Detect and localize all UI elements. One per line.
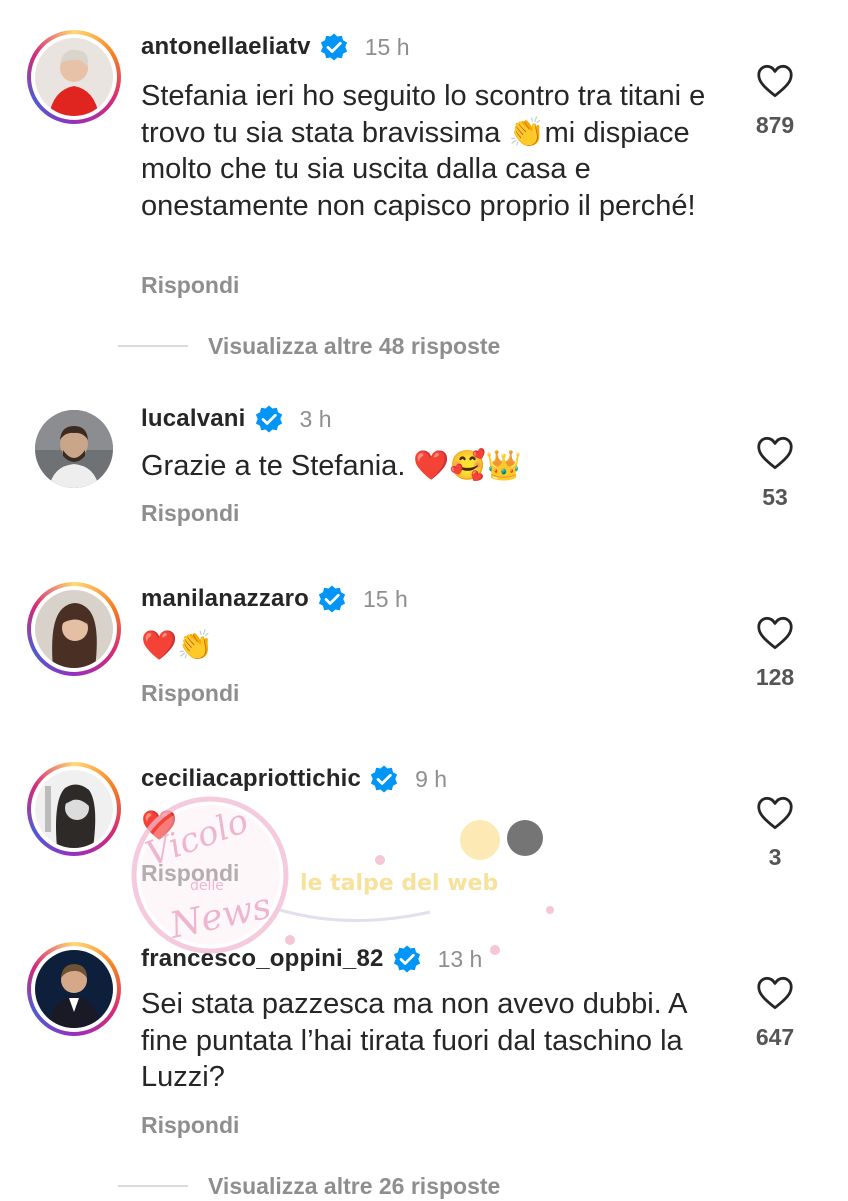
heart-outline-icon: [757, 436, 793, 470]
avatar: [35, 770, 113, 848]
view-more-replies-label[interactable]: Visualizza altre 48 risposte: [208, 333, 500, 360]
comment-username[interactable]: lucalvani: [141, 405, 246, 433]
comment-username[interactable]: manilanazzaro: [141, 585, 309, 613]
avatar-story-ring[interactable]: [27, 30, 121, 124]
like-count: 647: [755, 1024, 795, 1050]
verified-badge-icon: [255, 405, 282, 433]
reply-button[interactable]: Rispondi: [141, 860, 239, 887]
like-count: 879: [755, 112, 795, 138]
verified-badge-icon: [318, 585, 346, 613]
like-button[interactable]: 53: [742, 436, 808, 511]
comment-username[interactable]: antonellaeliatv: [141, 33, 311, 61]
verified-badge-icon: [393, 945, 420, 973]
heart-outline-icon: [757, 976, 793, 1010]
watermark-banner: le talpe del web: [300, 871, 498, 896]
comment-timestamp: 15 h: [363, 585, 408, 612]
like-button[interactable]: 3: [742, 796, 808, 871]
view-more-replies-label[interactable]: Visualizza altre 26 risposte: [208, 1173, 500, 1200]
avatar: [35, 950, 113, 1028]
heart-outline-icon: [757, 616, 793, 650]
divider: [118, 345, 188, 347]
comment-timestamp: 9 h: [415, 765, 448, 792]
reply-button[interactable]: Rispondi: [141, 500, 239, 527]
reply-button[interactable]: Rispondi: [141, 680, 239, 707]
comment-text: ❤️👏: [141, 630, 214, 662]
reply-button[interactable]: Rispondi: [141, 1112, 239, 1139]
avatar-story-ring[interactable]: [27, 942, 121, 1036]
reply-button[interactable]: Rispondi: [141, 272, 239, 299]
view-more-replies-button[interactable]: Visualizza altre 26 risposte: [118, 1171, 500, 1201]
comment-text: ❤️: [141, 810, 178, 842]
like-button[interactable]: 879: [742, 64, 808, 139]
watermark-text-line3: News: [165, 886, 274, 948]
comment-username[interactable]: francesco_oppini_82: [141, 945, 384, 973]
heart-outline-icon: [757, 796, 793, 830]
comment-timestamp: 13 h: [437, 945, 483, 972]
divider: [118, 1185, 188, 1187]
verified-badge-icon: [320, 33, 347, 61]
like-button[interactable]: 647: [742, 976, 808, 1051]
comment-timestamp: 3 h: [299, 405, 332, 432]
avatar-story-ring[interactable]: [27, 762, 121, 856]
heart-outline-icon: [757, 64, 793, 98]
verified-badge-icon: [370, 765, 398, 793]
avatar: [35, 38, 113, 116]
comment-text: Grazie a te Stefania. ❤️🥰👑: [141, 450, 522, 482]
like-count: 53: [762, 484, 788, 510]
comment-timestamp: 15 h: [364, 33, 410, 60]
comment-text: Stefania ieri ho seguito lo scontro tra …: [141, 80, 706, 222]
comment-text: Sei stata pazzesca ma non avevo dubbi. A…: [141, 988, 686, 1093]
like-count: 3: [768, 844, 782, 870]
like-button[interactable]: 128: [742, 616, 808, 691]
avatar-ring[interactable]: [27, 402, 121, 496]
comment-username[interactable]: ceciliacapriottichic: [141, 765, 361, 793]
like-count: 128: [755, 664, 795, 690]
avatar: [35, 590, 113, 668]
view-more-replies-button[interactable]: Visualizza altre 48 risposte: [118, 331, 500, 361]
avatar-story-ring[interactable]: [27, 582, 121, 676]
avatar: [35, 410, 113, 488]
